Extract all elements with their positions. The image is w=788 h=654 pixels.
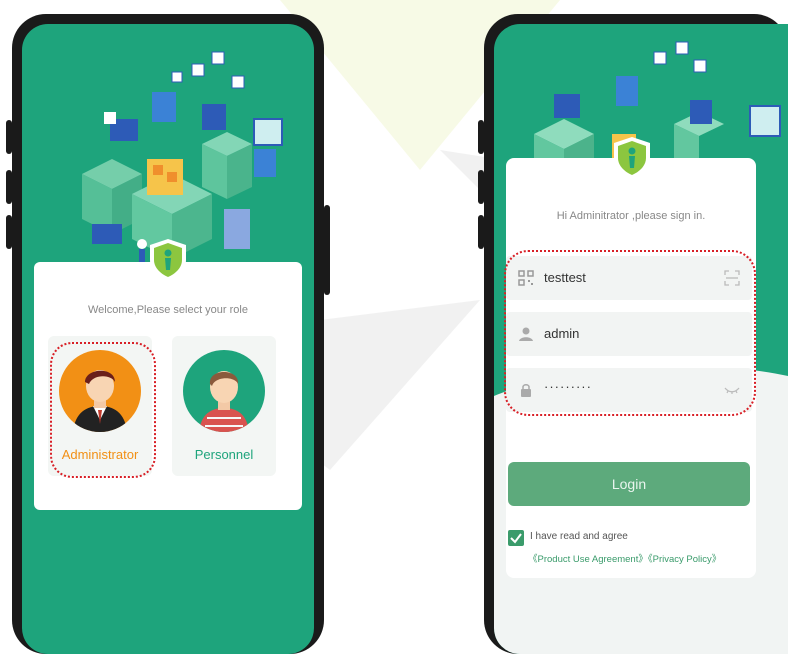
role-select-card: Welcome,Please select your role Administ… [34, 239, 302, 510]
agreement-text: I have read and agree [530, 531, 628, 542]
phone-frame-role-select: Welcome,Please select your role Administ… [12, 14, 324, 654]
role-select-screen: Welcome,Please select your role Administ… [22, 24, 314, 654]
greeting-text: Hi Adminitrator ,please sign in. [556, 210, 706, 222]
login-button[interactable]: Login [508, 462, 750, 506]
selection-highlight [50, 342, 156, 478]
role-option-personnel[interactable]: Personnel [172, 336, 276, 476]
role-label-personnel: Personnel [194, 447, 254, 462]
agreement-links[interactable]: 《Product Use Agreement》《Privacy Policy》 [528, 551, 721, 565]
sign-in-card: Hi Adminitrator ,please sign in. testtes… [504, 137, 756, 578]
checkmark-icon [510, 533, 522, 544]
shield-logo-icon [150, 239, 186, 281]
shield-logo-icon [614, 137, 650, 179]
phone-frame-sign-in: Hi Adminitrator ,please sign in. testtes… [484, 14, 788, 654]
credentials-highlight [504, 250, 756, 416]
power-button [324, 205, 330, 295]
isometric-illustration [82, 51, 283, 263]
sign-in-screen: Hi Adminitrator ,please sign in. testtes… [494, 24, 788, 654]
agreement-checkbox[interactable] [508, 530, 524, 546]
welcome-text: Welcome,Please select your role [88, 304, 248, 316]
personnel-avatar [183, 350, 265, 432]
